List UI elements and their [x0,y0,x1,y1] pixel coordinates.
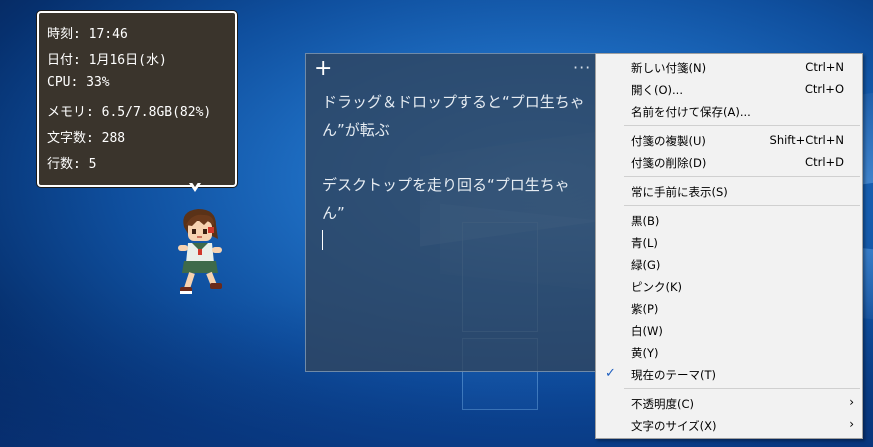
pronama-chan-character[interactable] [170,205,230,300]
submenu-arrow-icon: › [849,417,854,431]
info-balloon: 時刻: 17:46 日付: 1月16日(水) CPU: 33% メモリ: 6.5… [37,11,237,192]
balloon-memory: メモリ: 6.5/7.8GB(82%) [47,105,212,120]
balloon-time: 時刻: 17:46 [47,27,128,42]
text-cursor [322,230,323,250]
menu-item-always-on-top[interactable]: 常に手前に表示(S) [596,180,862,202]
menu-item-color-pink[interactable]: ピンク(K) [596,275,862,297]
menu-item-color-green[interactable]: 緑(G) [596,253,862,275]
note-text-line[interactable]: ドラッグ＆ドロップすると“プロ生ちゃ [322,91,585,112]
menu-item-open[interactable]: 開く(O)... Ctrl+O [596,78,862,100]
menu-item-color-purple[interactable]: 紫(P) [596,297,862,319]
balloon-date: 日付: 1月16日(水) [47,53,167,68]
submenu-arrow-icon: › [849,395,854,409]
menu-separator [624,388,860,389]
menu-item-duplicate[interactable]: 付箋の複製(U) Shift+Ctrl+N [596,129,862,151]
context-menu: 新しい付箋(N) Ctrl+N 開く(O)... Ctrl+O 名前を付けて保存… [595,53,863,439]
menu-item-current-theme[interactable]: ✓ 現在のテーマ(T) [596,363,862,385]
sticky-note[interactable]: + ··· ドラッグ＆ドロップすると“プロ生ちゃ ん”が転ぶ デスクトップを走り… [305,53,598,372]
note-text-line[interactable]: デスクトップを走り回る“プロ生ちゃ [322,174,570,195]
menu-item-new-note[interactable]: 新しい付箋(N) Ctrl+N [596,56,862,78]
more-options-icon[interactable]: ··· [573,58,591,77]
menu-item-color-black[interactable]: 黒(B) [596,209,862,231]
menu-item-save-as[interactable]: 名前を付けて保存(A)... [596,100,862,122]
menu-separator [624,205,860,206]
note-text-line[interactable]: ん”が転ぶ [322,119,390,140]
menu-separator [624,125,860,126]
checkmark-icon: ✓ [605,366,616,381]
menu-item-font-size[interactable]: 文字のサイズ(X) › [596,414,862,436]
menu-item-color-yellow[interactable]: 黄(Y) [596,341,862,363]
balloon-char-count: 文字数: 288 [47,131,126,146]
menu-item-delete[interactable]: 付箋の削除(D) Ctrl+D [596,151,862,173]
balloon-cpu: CPU: 33% [47,75,110,90]
menu-separator [624,176,860,177]
note-text-line[interactable]: ん” [322,202,345,223]
menu-item-color-white[interactable]: 白(W) [596,319,862,341]
add-note-icon[interactable]: + [314,56,332,82]
balloon-line-count: 行数: 5 [47,157,97,172]
menu-item-color-blue[interactable]: 青(L) [596,231,862,253]
menu-item-opacity[interactable]: 不透明度(C) › [596,392,862,414]
